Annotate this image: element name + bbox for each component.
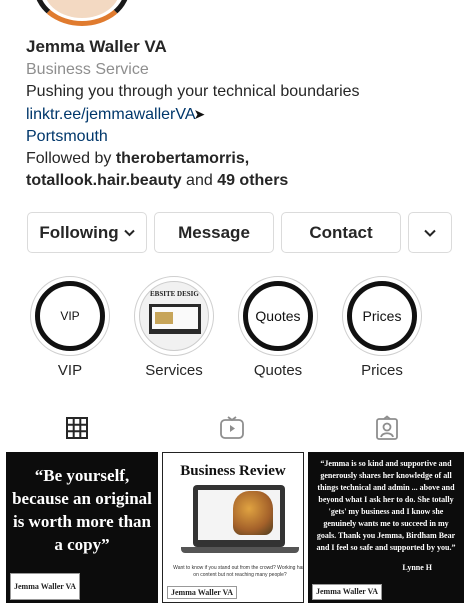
- highlight-cover-text: VIP: [60, 309, 80, 323]
- laptop-base: [181, 547, 299, 553]
- post-caption: Want to know if you stand out from the c…: [173, 565, 304, 578]
- profile-category: Business Service: [26, 61, 149, 78]
- followed-and: and: [181, 172, 218, 189]
- message-button[interactable]: Message: [154, 212, 274, 253]
- website-screenshot-image: [149, 304, 201, 334]
- profile-link-text[interactable]: linktr.ee/jemmawallerVA: [26, 106, 196, 123]
- contact-label: Contact: [309, 222, 373, 242]
- story-highlights: VIP VIP EBSITE DESIG Services Quotes Quo…: [18, 276, 448, 379]
- highlight-cover: VIP: [35, 281, 105, 351]
- profile-bio: Pushing you through your technical bound…: [26, 83, 360, 100]
- tab-tagged[interactable]: [309, 410, 464, 446]
- highlight-services[interactable]: EBSITE DESIG Services: [122, 276, 226, 379]
- highlight-cover-text: EBSITE DESIG: [150, 290, 199, 298]
- profile-tabs: [0, 410, 464, 446]
- highlight-cover: Quotes: [243, 281, 313, 351]
- contact-button[interactable]: Contact: [281, 212, 401, 253]
- post-thumbnail[interactable]: “Be yourself, because an original is wor…: [6, 452, 158, 603]
- reels-icon: [220, 416, 244, 439]
- highlight-label: Prices: [361, 362, 403, 379]
- message-label: Message: [178, 222, 250, 242]
- highlight-label: Services: [145, 362, 203, 379]
- followed-prefix: Followed by: [26, 150, 116, 167]
- highlight-label: VIP: [57, 362, 83, 379]
- post-quote-text: “Be yourself, because an original is wor…: [12, 466, 152, 554]
- profile-name: Jemma Waller VA: [26, 37, 167, 56]
- highlight-quotes[interactable]: Quotes Quotes: [226, 276, 330, 379]
- posts-grid: “Be yourself, because an original is wor…: [6, 452, 464, 603]
- highlight-cover-text: Prices: [362, 308, 402, 324]
- flower-image: [233, 491, 273, 535]
- post-thumbnail[interactable]: “Jemma is so kind and supportive and gen…: [308, 452, 464, 603]
- highlight-vip[interactable]: VIP VIP: [18, 276, 122, 379]
- highlight-ring[interactable]: Quotes: [238, 276, 318, 356]
- post-signature: Jemma Waller VA: [10, 573, 81, 600]
- profile-actions: Following Message Contact: [27, 212, 452, 253]
- followed-others[interactable]: 49 others: [217, 172, 288, 189]
- following-label: Following: [39, 222, 119, 242]
- highlight-prices[interactable]: Prices Prices: [330, 276, 434, 379]
- highlight-cover: Prices: [347, 281, 417, 351]
- post-title: Business Review: [180, 463, 286, 479]
- post-author: Lynne H: [402, 563, 432, 572]
- chevron-down-icon: [424, 229, 436, 237]
- highlight-ring[interactable]: VIP: [30, 276, 110, 356]
- following-button[interactable]: Following: [27, 212, 147, 253]
- highlight-ring[interactable]: EBSITE DESIG: [134, 276, 214, 356]
- profile-location[interactable]: Portsmouth: [26, 126, 446, 148]
- post-signature: Jemma Waller VA: [167, 586, 238, 599]
- highlight-cover: EBSITE DESIG: [139, 281, 209, 351]
- suggested-accounts-button[interactable]: [408, 212, 452, 253]
- followed-by[interactable]: Followed by therobertamorris, totallook.…: [26, 148, 446, 192]
- followed-user-2[interactable]: totallook.hair.beauty: [26, 172, 182, 189]
- profile-link[interactable]: linktr.ee/jemmawallerVA➤: [26, 103, 446, 126]
- avatar-ring: [34, 0, 130, 26]
- tagged-icon: [375, 415, 398, 440]
- highlight-ring[interactable]: Prices: [342, 276, 422, 356]
- post-thumbnail[interactable]: Business Review Want to know if you stan…: [162, 452, 304, 603]
- tab-reels[interactable]: [155, 410, 310, 446]
- highlight-cover-text: Quotes: [255, 308, 301, 324]
- followed-user-1[interactable]: therobertamorris,: [116, 150, 249, 167]
- grid-icon: [66, 417, 89, 439]
- profile-info: Jemma Waller VA Business Service Pushing…: [26, 36, 446, 192]
- post-signature: Jemma Waller VA: [312, 584, 383, 600]
- tab-posts[interactable]: [0, 410, 155, 446]
- post-testimonial-text: “Jemma is so kind and supportive and gen…: [316, 459, 456, 552]
- chevron-down-icon: [123, 229, 135, 236]
- highlight-label: Quotes: [253, 362, 303, 379]
- mouse-cursor-icon: ➤: [193, 106, 206, 122]
